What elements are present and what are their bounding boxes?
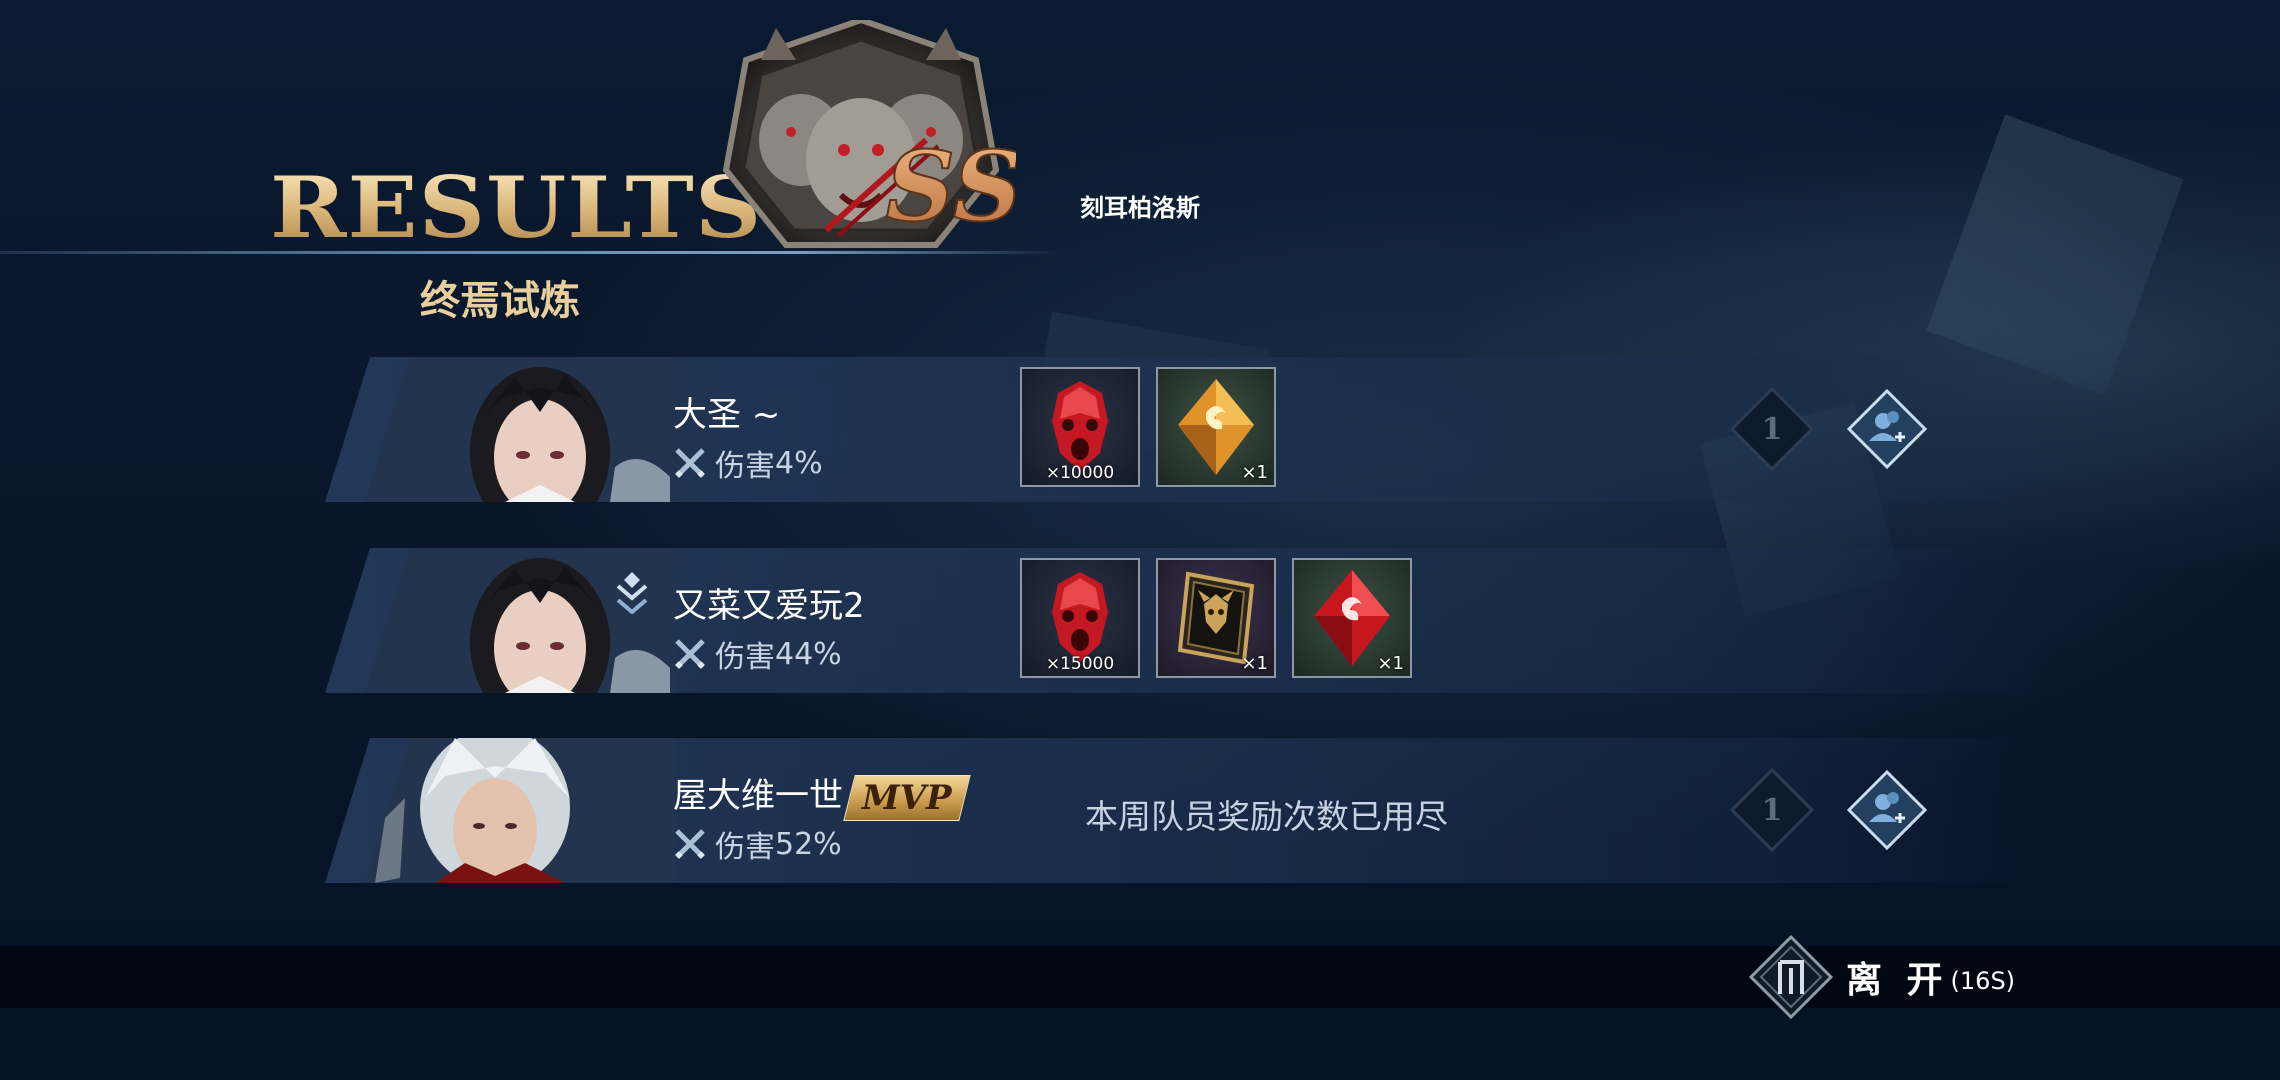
trial-name: 终焉试炼: [420, 277, 580, 324]
damage-value: 4%: [775, 445, 823, 481]
exit-label: 离 开: [1846, 960, 1949, 1001]
item-count: ×10000: [1045, 463, 1115, 483]
damage-value: 52%: [775, 826, 842, 862]
reward-item[interactable]: ×1: [1292, 558, 1412, 678]
damage-stat: 伤害 4%: [673, 441, 823, 485]
reward-item[interactable]: ×1: [1156, 558, 1276, 678]
results-title: RESULTS: [270, 158, 763, 258]
item-count: ×1: [1241, 462, 1268, 483]
reward-item[interactable]: ×15000: [1020, 558, 1140, 678]
damage-label: 伤害: [715, 449, 775, 484]
damage-label: 伤害: [715, 640, 775, 675]
player-name: 大圣 ~: [673, 395, 781, 435]
item-count: ×1: [1241, 653, 1268, 674]
damage-value: 44%: [775, 636, 842, 672]
crossed-swords-icon: [673, 827, 707, 861]
item-count: ×1: [1377, 653, 1404, 674]
like-count-button[interactable]: 1: [1729, 386, 1815, 472]
crossed-swords-icon: [673, 446, 707, 480]
mvp-label: MVP: [862, 777, 952, 818]
reward-limit-notice: 本周队员奖励次数已用尽: [1085, 797, 1448, 836]
exit-countdown: (16S): [1950, 967, 2016, 995]
add-friend-icon: [1846, 388, 1928, 470]
rank-ss: SS: [886, 130, 1016, 243]
player-row: 大圣 ~ 伤害 4% ×10000 ×1 1: [325, 357, 2045, 502]
player-name: 屋大维一世 MVP: [673, 768, 971, 821]
like-count-button[interactable]: 1: [1729, 767, 1815, 853]
rank-up-icon: [610, 570, 654, 615]
add-friend-icon: [1846, 769, 1928, 851]
add-friend-button[interactable]: [1845, 768, 1929, 852]
player-portrait[interactable]: [365, 357, 675, 502]
like-count: 1: [1761, 792, 1783, 828]
add-friend-button[interactable]: [1845, 387, 1929, 471]
like-count: 1: [1761, 411, 1783, 447]
damage-stat: 伤害 52%: [673, 822, 842, 866]
player-row: 又菜又爱玩2 伤害 44% ×15000 ×1 ×1: [325, 548, 2045, 693]
item-count: ×15000: [1045, 654, 1115, 674]
boss-emblem: SS: [706, 16, 1023, 258]
player-name: 又菜又爱玩2: [673, 586, 865, 626]
exit-door-icon: [1748, 934, 1834, 1020]
damage-label: 伤害: [715, 830, 775, 865]
reward-items: ×10000 ×1: [1020, 367, 1276, 487]
mvp-badge: MVP: [843, 774, 971, 821]
reward-items: ×15000 ×1 ×1: [1020, 558, 1412, 678]
reward-item[interactable]: ×1: [1156, 367, 1276, 487]
background-shard: [1926, 114, 2184, 396]
player-name-text: 屋大维一世: [673, 776, 843, 816]
crossed-swords-icon: [673, 637, 707, 671]
player-portrait[interactable]: [365, 738, 675, 883]
exit-button[interactable]: 离 开 (16S): [1748, 934, 2015, 1020]
damage-stat: 伤害 44%: [673, 632, 842, 676]
boss-name: 刻耳柏洛斯: [1080, 193, 1200, 222]
player-row: 屋大维一世 MVP 伤害 52% 本周队员奖励次数已用尽 1: [325, 738, 2045, 883]
results-screen: RESULTS 终焉试炼 SS 刻耳柏洛斯 大圣 ~ 伤害 4% ×10000 …: [0, 0, 2280, 1080]
reward-item[interactable]: ×10000: [1020, 367, 1140, 487]
